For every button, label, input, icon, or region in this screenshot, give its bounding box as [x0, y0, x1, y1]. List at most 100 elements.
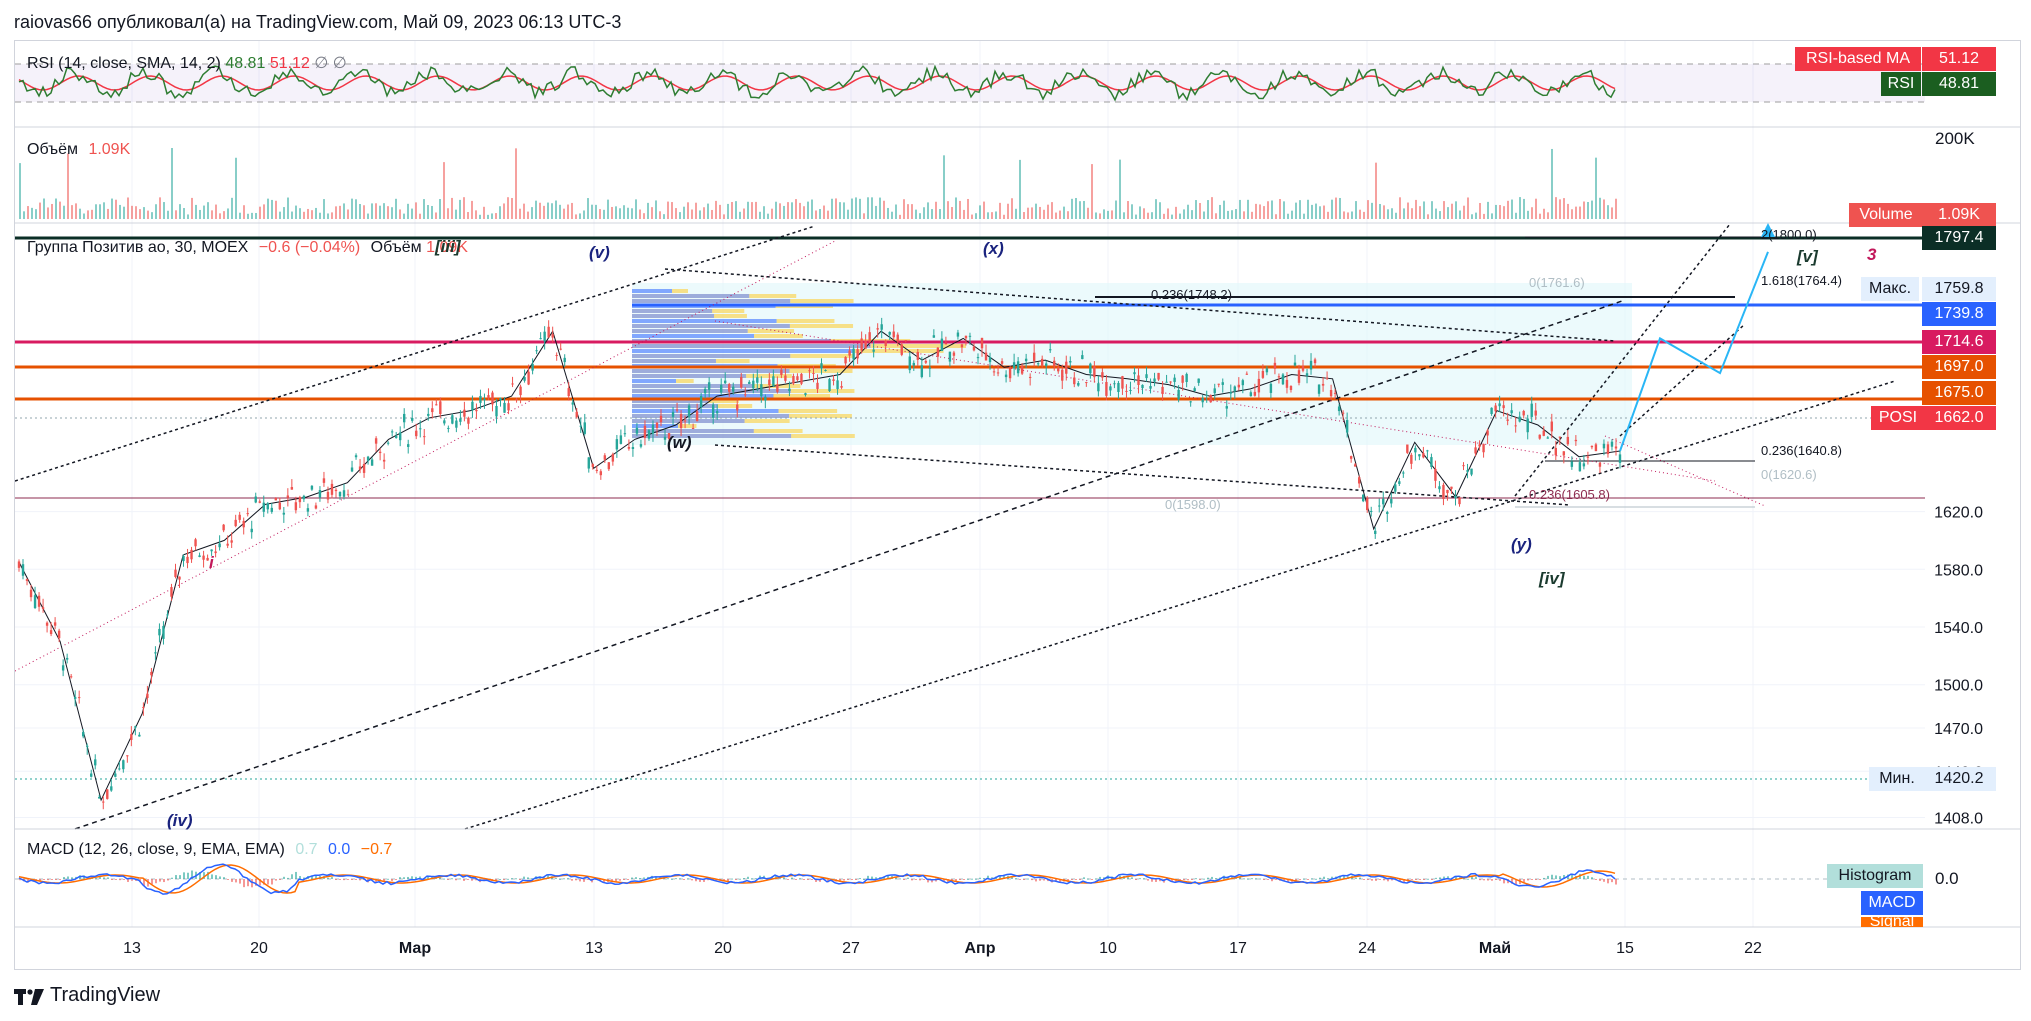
- volume-bar: [1099, 213, 1101, 219]
- volume-bar: [1295, 202, 1297, 219]
- wave-label: [iv]: [1539, 569, 1565, 588]
- chart-frame[interactable]: 13 20 Мар 13 20 27 Апр 10 17 24 Май 15 22 1620.0 1580…: [14, 40, 2021, 970]
- candle-body: [812, 372, 815, 374]
- volume-bar: [923, 207, 925, 219]
- candle-body: [643, 425, 647, 439]
- rsi-legend[interactable]: RSI (14, close, SMA, 14, 2) 48.81 51.12 …: [27, 53, 347, 73]
- candle-body: [394, 436, 398, 438]
- tradingview-brand[interactable]: TradingView: [14, 984, 160, 1007]
- volume-bar: [1239, 199, 1241, 219]
- volume-bar: [79, 208, 81, 219]
- volume-bar: [1487, 201, 1489, 219]
- candle-body: [1309, 360, 1313, 370]
- candle-body: [1582, 463, 1586, 467]
- volume-bar: [363, 205, 365, 219]
- macd-hist-bar: [527, 877, 529, 879]
- macd-hist-bar: [907, 877, 909, 879]
- volume-bar: [1359, 209, 1361, 219]
- macd-hist-bar: [671, 878, 673, 880]
- volume-bar: [447, 208, 449, 219]
- profile-bar: [715, 359, 750, 363]
- candle-body: [86, 745, 89, 747]
- time-axis[interactable]: 13 20 Мар 13 20 27 Апр 10 17 24 Май 15 22: [123, 940, 1762, 957]
- candle-body: [1614, 446, 1618, 449]
- macd-hist-bar: [1203, 878, 1205, 880]
- volume-bar: [99, 204, 101, 219]
- macd-hist-bar: [867, 875, 869, 879]
- profile-bar: [632, 329, 748, 333]
- candle-body: [719, 384, 723, 393]
- macd-legend[interactable]: MACD (12, 26, close, 9, EMA, EMA) 0.7 0.…: [27, 841, 392, 859]
- candle-body: [904, 340, 907, 342]
- macd-hist-bar: [1603, 879, 1605, 882]
- profile-bar: [632, 374, 747, 378]
- volume-bar: [1563, 198, 1565, 219]
- macd-hist-bar: [1187, 879, 1189, 881]
- macd-hist-bar: [963, 879, 965, 880]
- volume-bar: [795, 199, 797, 219]
- candle-body: [1482, 444, 1485, 453]
- macd-hist-bar: [1551, 874, 1553, 879]
- candle-body: [1502, 405, 1505, 409]
- candle-body: [527, 371, 530, 385]
- volume-bar: [319, 212, 321, 219]
- volume-bar: [1203, 211, 1205, 219]
- volume-bar: [1491, 213, 1493, 219]
- volume-bar: [499, 206, 501, 219]
- volume-bar: [619, 208, 621, 219]
- volume-bar: [1343, 211, 1345, 219]
- chart-canvas[interactable]: 13 20 Мар 13 20 27 Апр 10 17 24 Май 15 22 1620.0 1580…: [15, 41, 2020, 969]
- candle-body: [82, 732, 85, 737]
- price-tag-1697: 1697.0: [1922, 355, 1996, 379]
- macd-hist-bar: [1387, 879, 1389, 882]
- candle-body: [551, 334, 554, 338]
- macd-hist-bar: [619, 879, 621, 881]
- candle-body: [198, 555, 201, 557]
- candle-body: [1618, 454, 1622, 463]
- volume-bar: [659, 211, 661, 219]
- macd-hist-bar: [111, 879, 113, 880]
- volume-bar: [1595, 157, 1597, 219]
- macd-hist-bar: [1307, 879, 1309, 880]
- volume-bar: [651, 207, 653, 219]
- fib-label: 0.236(1640.8): [1761, 443, 1842, 458]
- macd-hist-bar: [283, 876, 285, 879]
- volume-bar: [51, 203, 53, 219]
- candle-body: [1257, 378, 1261, 393]
- candle-body: [214, 551, 217, 554]
- volume-bar: [223, 211, 225, 219]
- price-tick: 1470.0: [1934, 721, 1983, 738]
- candle-body: [699, 395, 703, 408]
- macd-hist-bar: [615, 879, 617, 882]
- price-tag-1797: 1797.4: [1922, 226, 1996, 250]
- price-pane[interactable]: [15, 223, 1925, 830]
- candle-body: [499, 398, 502, 401]
- volume-bar: [1575, 206, 1577, 219]
- volume-bar: [95, 204, 97, 219]
- macd-hist-bar: [387, 878, 389, 880]
- candle-body: [274, 497, 278, 501]
- candle-body: [1289, 385, 1293, 390]
- volume-bar: [203, 205, 205, 219]
- macd-hist-bar: [979, 877, 981, 879]
- candle-body: [1036, 363, 1040, 365]
- volume-bar: [555, 200, 557, 219]
- candle-body: [1081, 355, 1084, 360]
- macd-hist-bar: [1019, 879, 1021, 880]
- volume-bar: [59, 201, 61, 219]
- main-legend[interactable]: Группа Позитив ао, 30, MOEX −0.6 (−0.04%…: [27, 239, 468, 257]
- candle-body: [202, 555, 205, 560]
- price-tag-1714: 1714.6: [1922, 330, 1996, 354]
- macd-hist-bar: [1311, 878, 1313, 880]
- candle-body: [748, 381, 751, 385]
- volume-bar: [1551, 148, 1553, 219]
- profile-bar: [632, 424, 679, 428]
- volume-legend[interactable]: Объём 1.09K: [27, 141, 130, 159]
- candle-body: [1189, 401, 1192, 403]
- candle-body: [222, 524, 225, 531]
- macd-hist-bar: [1023, 879, 1025, 880]
- macd-hist-bar: [1367, 879, 1369, 880]
- volume-bar: [655, 200, 657, 219]
- candle-body: [242, 520, 245, 528]
- volume-bar: [915, 209, 917, 219]
